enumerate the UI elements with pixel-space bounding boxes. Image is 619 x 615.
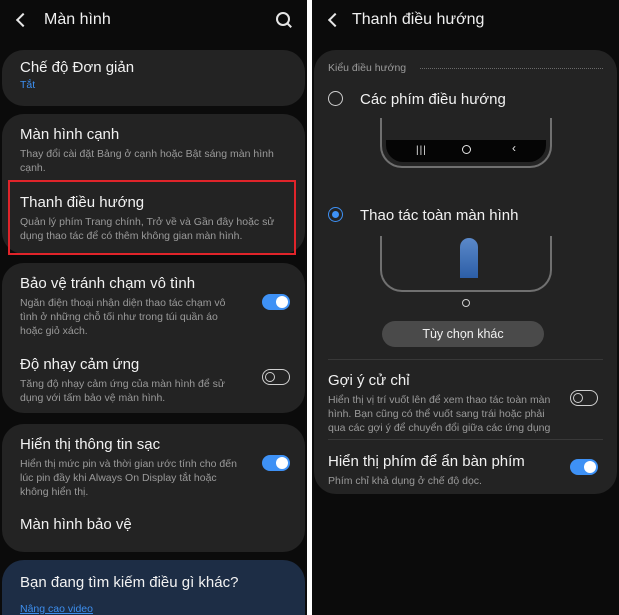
accidental-touch-label: Bảo vệ tránh chạm vô tình xyxy=(20,275,196,292)
hide-keyboard-desc: Phím chỉ khả dụng ở chế độ dọc. xyxy=(328,475,482,487)
buttons-radio[interactable] xyxy=(328,91,343,106)
search-suggestion-label: Bạn đang tìm kiếm điều gì khác? xyxy=(20,574,239,591)
charging-card: Hiển thị thông tin sạc Hiển thị mức pin … xyxy=(2,424,305,552)
search-icon[interactable] xyxy=(275,11,293,29)
accidental-touch-item[interactable]: Bảo vệ tránh chạm vô tình Ngăn điện thoạ… xyxy=(20,275,289,338)
search-suggestion-link[interactable]: Nâng cao video xyxy=(20,602,289,615)
charging-info-desc: Hiển thị mức pin và thời gian ước tính c… xyxy=(20,458,237,498)
app-bar: Màn hình xyxy=(0,0,307,40)
touch-sensitivity-label: Độ nhạy cảm ứng xyxy=(20,356,140,373)
back-icon[interactable] xyxy=(12,10,32,30)
home-icon xyxy=(462,145,471,154)
simple-mode-card: Chế độ Đơn giản Tắt xyxy=(2,50,305,106)
charging-info-item[interactable]: Hiển thị thông tin sạc Hiển thị mức pin … xyxy=(20,436,289,499)
display-settings-screen: Màn hình Chế độ Đơn giản Tắt Màn hình cạ… xyxy=(0,0,307,615)
simple-mode-item[interactable]: Chế độ Đơn giản Tắt xyxy=(20,59,289,92)
gestures-illustration xyxy=(380,236,552,292)
gestures-option-label[interactable]: Thao tác toàn màn hình xyxy=(360,207,518,224)
recents-icon: ||| xyxy=(416,145,427,156)
charging-info-toggle[interactable] xyxy=(262,455,290,471)
section-label: Kiểu điều hướng xyxy=(328,62,407,74)
divider xyxy=(328,359,603,360)
gesture-hints-label: Gợi ý cử chỉ xyxy=(328,372,410,389)
nav-bar-preview: ||| ‹ xyxy=(386,140,546,162)
page-title: Màn hình xyxy=(44,11,111,28)
screensaver-item[interactable]: Màn hình bảo vệ xyxy=(20,516,289,534)
gesture-hints-item[interactable]: Gợi ý cử chỉ Hiển thị vị trí vuốt lên để… xyxy=(328,372,603,435)
gestures-radio[interactable] xyxy=(328,207,343,222)
search-suggestion-item: Bạn đang tìm kiếm điều gì khác? Nâng cao… xyxy=(20,574,289,615)
navigation-bar-screen: Thanh điều hướng Kiểu điều hướng Các phí… xyxy=(312,0,619,615)
simple-mode-label: Chế độ Đơn giản xyxy=(20,59,135,76)
edge-screen-desc: Thay đổi cài đặt Bảng ở cạnh hoặc Bật sá… xyxy=(20,148,274,174)
edge-screen-label: Màn hình cạnh xyxy=(20,126,120,143)
accidental-touch-toggle[interactable] xyxy=(262,294,290,310)
edge-screen-item[interactable]: Màn hình cạnh Thay đổi cài đặt Bảng ở cạ… xyxy=(20,126,289,175)
back-icon: ‹ xyxy=(512,141,516,155)
home-indicator-icon xyxy=(462,299,470,307)
gesture-hints-desc: Hiển thị vị trí vuốt lên để xem thao tác… xyxy=(328,394,551,434)
gesture-hints-toggle[interactable] xyxy=(570,390,598,406)
page-title: Thanh điều hướng xyxy=(352,11,485,28)
buttons-option-label[interactable]: Các phím điều hướng xyxy=(360,91,506,108)
simple-mode-status: Tắt xyxy=(20,79,36,91)
section-divider xyxy=(420,68,603,69)
accidental-touch-desc: Ngăn điện thoại nhận diện thao tác chạm … xyxy=(20,297,226,337)
divider xyxy=(328,439,603,440)
app-bar: Thanh điều hướng xyxy=(312,0,619,40)
buttons-illustration: ||| ‹ xyxy=(380,118,552,168)
touch-sensitivity-desc: Tăng độ nhạy cảm ứng của màn hình để sử … xyxy=(20,378,225,404)
touch-card: Bảo vệ tránh chạm vô tình Ngăn điện thoạ… xyxy=(2,263,305,413)
screensaver-label: Màn hình bảo vệ xyxy=(20,516,132,533)
touch-sensitivity-toggle[interactable] xyxy=(262,369,290,385)
back-icon[interactable] xyxy=(324,10,344,30)
touch-sensitivity-item[interactable]: Độ nhạy cảm ứng Tăng độ nhạy cảm ứng của… xyxy=(20,356,289,405)
charging-info-label: Hiển thị thông tin sạc xyxy=(20,436,161,453)
swipe-hint-icon xyxy=(460,238,478,278)
nav-bar-highlight xyxy=(8,180,296,255)
hide-keyboard-toggle[interactable] xyxy=(570,459,598,475)
search-suggestion-card: Bạn đang tìm kiếm điều gì khác? Nâng cao… xyxy=(2,560,305,615)
hide-keyboard-item[interactable]: Hiển thị phím để ẩn bàn phím Phím chỉ kh… xyxy=(328,453,603,488)
hide-keyboard-label: Hiển thị phím để ẩn bàn phím xyxy=(328,453,525,470)
more-options-button[interactable]: Tùy chọn khác xyxy=(382,321,544,347)
